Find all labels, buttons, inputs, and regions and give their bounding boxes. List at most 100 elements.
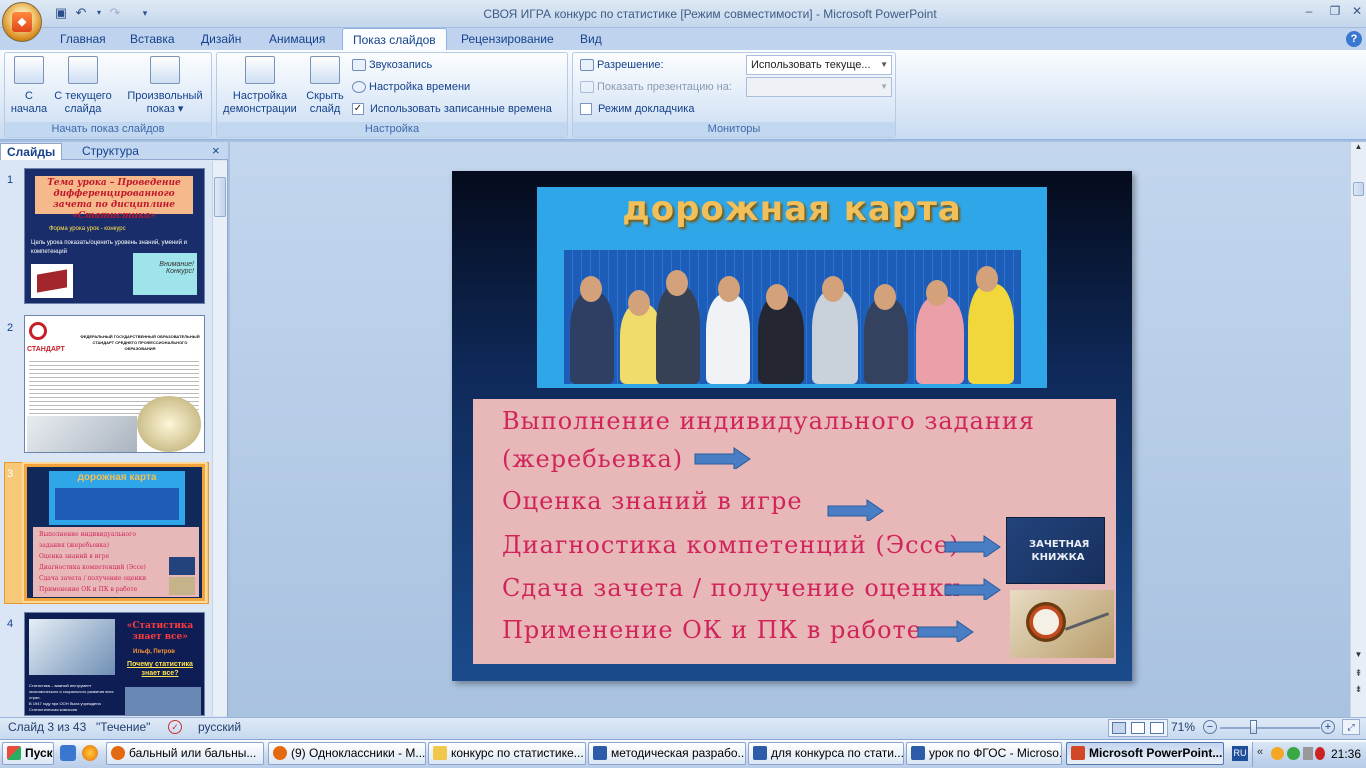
show-on-select[interactable]: ▼ (746, 77, 892, 97)
save-icon[interactable]: ▣ (52, 4, 70, 22)
from-beginning-button[interactable]: С начала (8, 56, 50, 116)
close-button[interactable]: ✕ (1344, 2, 1366, 20)
arrow-icon (694, 447, 751, 469)
normal-view-icon[interactable] (1112, 722, 1126, 734)
fit-to-window-icon[interactable]: ⤢ (1342, 719, 1360, 735)
slideshow-play-icon (14, 56, 44, 84)
scroll-down-icon[interactable]: ▼ (1352, 650, 1365, 664)
tab-slides[interactable]: Слайды (0, 143, 63, 160)
language-bar[interactable]: RU (1232, 746, 1248, 761)
hide-slide-button[interactable]: Скрыть слайд (302, 56, 348, 116)
tray-expand-icon[interactable]: « (1257, 746, 1263, 758)
record-narration-button[interactable]: Звукозапись (352, 55, 432, 75)
slide-thumbnail-4[interactable]: «Статистика знает все» Ильф, Петров Поче… (24, 612, 205, 716)
language-indicator[interactable]: русский (198, 720, 241, 734)
system-tray: « 21:36 (1252, 742, 1366, 767)
pane-scroll-thumb[interactable] (214, 177, 226, 217)
help-icon[interactable]: ? (1346, 31, 1362, 47)
group-label-setup: Настройка (217, 122, 567, 137)
zoom-slider[interactable] (1220, 727, 1320, 729)
start-button[interactable]: Пуск (2, 742, 54, 765)
thumb4-subtitle: Почему статистика знает все? (127, 661, 193, 677)
thumb4-body2: В 1947 году при ООН была учреждена Стати… (29, 701, 101, 712)
chevron-down-icon: ▼ (880, 60, 888, 69)
use-timings-checkbox[interactable]: ✓ Использовать записанные времена (352, 99, 552, 119)
tab-view[interactable]: Вид (570, 28, 612, 50)
tab-insert[interactable]: Вставка (120, 28, 185, 50)
tray-alert-icon[interactable] (1315, 747, 1325, 760)
volume-icon[interactable] (1303, 747, 1313, 760)
slide-thumbnail-3[interactable]: дорожная карта Выполнение индивидуальног… (24, 464, 205, 601)
thumb3-book-image (169, 557, 195, 575)
slide-thumbnail-2[interactable]: СТАНДАРТ ФЕДЕРАЛЬНЫЙ ГОСУДАРСТВЕННЫЙ ОБР… (24, 315, 205, 453)
theme-name[interactable]: "Течение" (96, 720, 150, 734)
tray-security-icon[interactable] (1287, 747, 1300, 760)
show-on-label: Показать презентацию на: (580, 77, 732, 97)
customize-qat-icon[interactable]: ▾ (136, 4, 154, 22)
thumb3-item-3: Диагностика компетенций (Эссе) (39, 564, 146, 571)
tab-slideshow[interactable]: Показ слайдов (342, 28, 447, 50)
slideshow-view-icon[interactable] (1150, 722, 1164, 734)
slide-sorter-icon[interactable] (1131, 722, 1145, 734)
record-narration-label: Звукозапись (369, 59, 433, 71)
clock[interactable]: 21:36 (1331, 747, 1361, 761)
slide-scroll-thumb[interactable] (1353, 182, 1364, 196)
use-timings-check-icon[interactable]: ✓ (352, 103, 364, 116)
taskbar-item-4[interactable]: методическая разрабо... (588, 742, 746, 765)
setup-show-button[interactable]: Настройка демонстрации (220, 56, 300, 116)
window-title: СВОЯ ИГРА конкурс по статистике [Режим с… (483, 7, 937, 21)
taskbar-item-2[interactable]: (9) Одноклассники - М... (268, 742, 426, 765)
pane-close-icon[interactable]: × (212, 143, 220, 158)
taskbar-item-6[interactable]: урок по ФГОС - Microso... (906, 742, 1062, 765)
prev-slide-icon[interactable]: ⇞ (1352, 668, 1365, 682)
tab-animation[interactable]: Анимация (259, 28, 335, 50)
taskbar-item-7[interactable]: Microsoft PowerPoint... (1066, 742, 1224, 765)
thumb2-pen-image (27, 416, 137, 452)
office-button[interactable]: ◆ (2, 2, 42, 42)
taskbar-item-4-label: методическая разрабо... (611, 746, 746, 760)
rehearse-timings-button[interactable]: Настройка времени (352, 77, 470, 97)
thumb2-emblem-icon (137, 396, 201, 452)
from-beginning-label-2: начала (10, 103, 48, 115)
resolution-select[interactable]: Использовать текуще... ▼ (746, 55, 892, 75)
spellcheck-icon[interactable]: ✓ (168, 720, 182, 734)
zoom-in-icon[interactable]: + (1321, 720, 1335, 734)
slide-thumbnail-1[interactable]: Тема урока – Проведение дифференцированн… (24, 168, 205, 304)
pane-scrollbar[interactable] (212, 161, 227, 716)
hide-slide-icon (310, 56, 340, 84)
resolution-label: Разрешение: (580, 55, 664, 75)
presenter-view-check-icon[interactable] (580, 103, 592, 116)
word-icon (753, 746, 767, 760)
slide-scrollbar[interactable]: ▲ ▼ ⇞ ⇟ (1350, 142, 1366, 717)
zoom-level[interactable]: 71% (1171, 720, 1195, 734)
slide-item-1-cont: (жеребьевка) (502, 445, 684, 473)
next-slide-icon[interactable]: ⇟ (1352, 684, 1365, 698)
from-current-button[interactable]: С текущего слайда (52, 56, 114, 116)
slide-item-2: Оценка знаний в игре (502, 487, 803, 515)
tray-app-icon[interactable] (1271, 747, 1284, 760)
thumb3-item-2: Оценка знаний в игре (39, 553, 110, 560)
presenter-view-checkbox[interactable]: Режим докладчика (580, 99, 694, 119)
zoom-slider-thumb[interactable] (1250, 720, 1257, 734)
taskbar-item-3[interactable]: конкурс по статистике... (428, 742, 586, 765)
tab-home[interactable]: Главная (50, 28, 116, 50)
ie-icon[interactable] (60, 745, 76, 761)
tab-outline[interactable]: Структура (76, 143, 145, 160)
taskbar-item-1[interactable]: бальный или бальны... (106, 742, 264, 765)
tab-review[interactable]: Рецензирование (451, 28, 564, 50)
scroll-up-icon[interactable]: ▲ (1352, 142, 1365, 156)
slide-item-3: Диагностика компетенций (Эссе) (502, 531, 960, 559)
firefox-icon[interactable] (82, 745, 98, 761)
custom-show-button[interactable]: Произвольный показ ▾ (122, 56, 208, 116)
arrow-icon (827, 499, 884, 521)
record-book-text: ЗАЧЕТНАЯ КНИЖКА (1029, 539, 1090, 563)
taskbar-item-5[interactable]: для конкурса по стати... (748, 742, 904, 765)
undo-icon[interactable]: ↶ (72, 4, 90, 22)
zoom-out-icon[interactable]: − (1203, 720, 1217, 734)
redo-icon[interactable]: ↷ (106, 4, 124, 22)
slide-item-5: Применение ОК и ПК в работе (502, 616, 923, 644)
setup-show-label-1: Настройка (232, 90, 288, 102)
arrow-icon (944, 535, 1001, 557)
tab-design[interactable]: Дизайн (191, 28, 251, 50)
minimize-button[interactable]: – (1296, 2, 1322, 20)
